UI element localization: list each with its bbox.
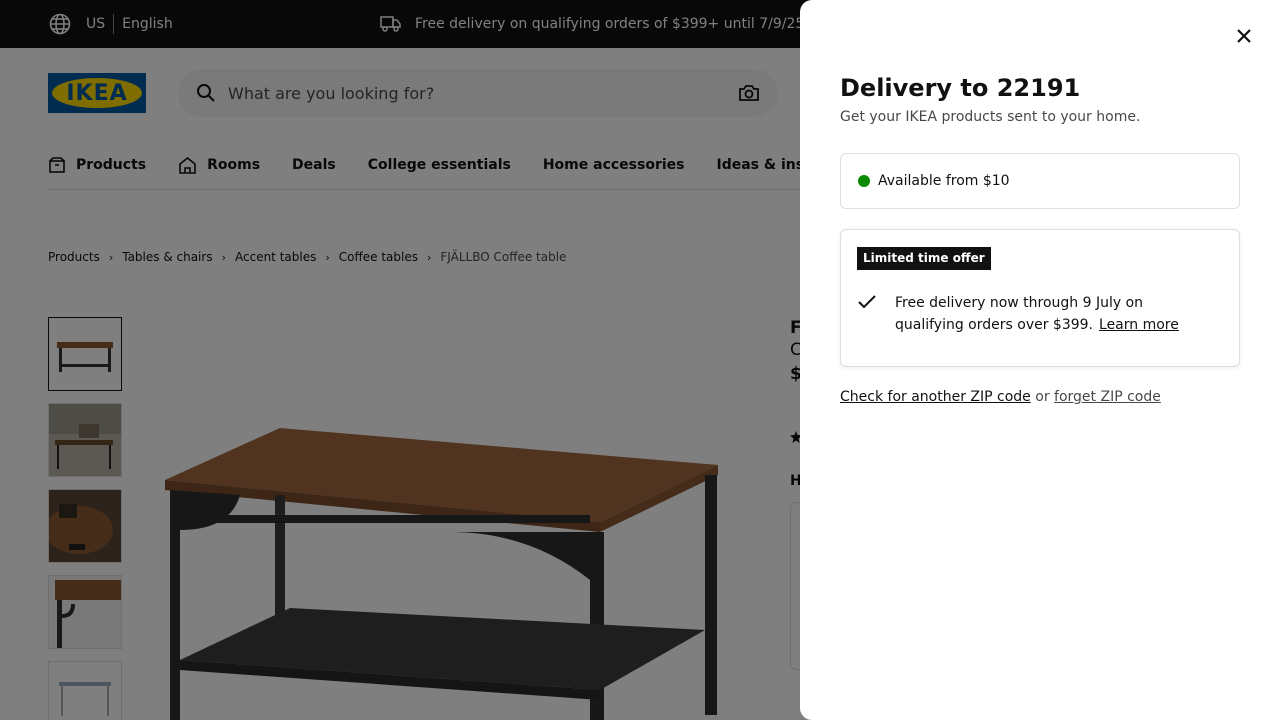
checkmark-icon	[857, 292, 877, 336]
product-page: US English Free delivery on qualifying o…	[0, 0, 1280, 720]
delivery-panel: Delivery to 22191 Get your IKEA products…	[800, 0, 1280, 720]
offer-description: Free delivery now through 9 July on qual…	[895, 292, 1215, 336]
close-icon	[1236, 28, 1252, 44]
availability-text: Available from $10	[878, 173, 1010, 189]
offer-card: Limited time offer Free delivery now thr…	[840, 229, 1240, 367]
zip-or-text: or	[1035, 389, 1050, 405]
offer-badge: Limited time offer	[857, 247, 991, 270]
zip-actions: Check for another ZIP code or forget ZIP…	[840, 389, 1161, 405]
status-dot-icon	[858, 175, 870, 187]
learn-more-link[interactable]: Learn more	[1099, 317, 1179, 333]
close-button[interactable]	[1228, 20, 1260, 52]
availability-card: Available from $10	[840, 153, 1240, 209]
panel-subtitle: Get your IKEA products sent to your home…	[840, 109, 1141, 125]
forget-zip-link[interactable]: forget ZIP code	[1054, 389, 1161, 405]
offer-row: Free delivery now through 9 July on qual…	[857, 292, 1227, 336]
check-zip-link[interactable]: Check for another ZIP code	[840, 389, 1031, 405]
panel-title: Delivery to 22191	[840, 74, 1081, 102]
